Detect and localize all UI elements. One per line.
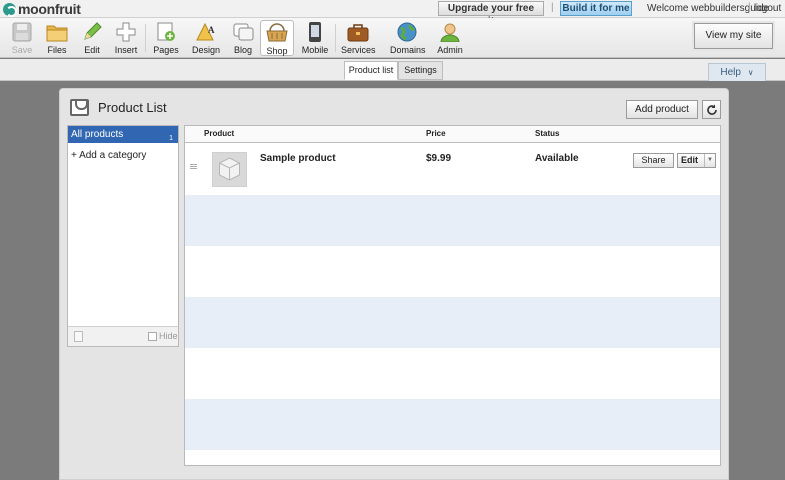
top-bar: moonfruit Upgrade your free site | Build… xyxy=(0,0,785,27)
category-footer: Hide xyxy=(67,326,179,347)
toolbar-mobile-button[interactable]: Mobile xyxy=(298,20,332,56)
empty-row xyxy=(185,297,720,348)
empty-row xyxy=(185,246,720,297)
toolbar-pages-button[interactable]: Pages xyxy=(149,20,183,56)
toolbar-blog-button[interactable]: Blog xyxy=(226,20,260,56)
toolbar-label: Insert xyxy=(114,45,138,55)
tab-settings[interactable]: Settings xyxy=(398,61,443,80)
refresh-icon xyxy=(707,104,717,115)
toolbar-admin-button[interactable]: Admin xyxy=(433,20,467,56)
sub-navigation: Product list Settings Help ∨ xyxy=(0,59,785,81)
refresh-button[interactable] xyxy=(702,100,721,119)
product-list-panel: Product List Add product All products 1 … xyxy=(59,88,729,480)
product-price: $9.99 xyxy=(426,153,452,164)
share-button[interactable]: Share xyxy=(633,153,674,168)
toolbar-label: Shop xyxy=(266,46,288,56)
user-icon xyxy=(439,22,461,43)
table-header: Product Price Status xyxy=(185,126,720,143)
toolbar-label: Design xyxy=(191,45,220,55)
folder-icon xyxy=(46,22,68,42)
column-header-price[interactable]: Price xyxy=(426,129,446,138)
view-my-site-button[interactable]: View my site xyxy=(694,23,773,49)
toolbar-divider xyxy=(335,24,336,52)
toolbar-services-button[interactable]: Services xyxy=(341,20,376,56)
toolbar-edit-button[interactable]: Edit xyxy=(75,20,109,56)
upgrade-button[interactable]: Upgrade your free site xyxy=(438,1,544,27)
moonfruit-logo[interactable]: moonfruit xyxy=(3,1,81,17)
category-all-products[interactable]: All products 1 xyxy=(68,126,178,143)
main-toolbar: Save Files Edit Insert Pages A Design Bl… xyxy=(0,18,785,58)
column-header-status[interactable]: Status xyxy=(535,129,559,138)
product-status: Available xyxy=(535,153,579,164)
basket-icon xyxy=(266,23,288,43)
product-thumbnail xyxy=(212,152,247,187)
help-label: Help xyxy=(720,67,741,78)
welcome-text: Welcome webbuildersguide xyxy=(647,3,770,14)
edit-label: Edit xyxy=(681,155,698,165)
category-label: All products xyxy=(71,129,124,140)
page-title: Product List xyxy=(98,100,167,115)
save-icon xyxy=(11,22,33,42)
category-list: All products 1 + Add a category xyxy=(67,125,179,347)
toolbar-files-button[interactable]: Files xyxy=(40,20,74,56)
pencil-icon xyxy=(81,22,103,42)
chevron-down-icon: ∨ xyxy=(747,68,754,77)
pages-icon xyxy=(155,22,177,42)
category-count-badge: 1 xyxy=(169,135,173,142)
toolbar-label: Edit xyxy=(84,45,100,55)
toolbar-label: Mobile xyxy=(301,45,329,55)
moonfruit-logo-icon xyxy=(3,2,17,17)
column-header-product[interactable]: Product xyxy=(204,129,234,138)
toolbar-domains-button[interactable]: Domains xyxy=(390,20,426,56)
chevron-down-icon[interactable]: ▼ xyxy=(704,154,715,167)
toolbar-label: Save xyxy=(11,45,33,55)
product-name: Sample product xyxy=(260,153,336,164)
help-button[interactable]: Help ∨ xyxy=(708,63,766,81)
build-it-for-me-button[interactable]: Build it for me xyxy=(560,1,632,16)
toolbar-label: Services xyxy=(341,45,376,55)
separator: | xyxy=(551,2,554,13)
empty-row xyxy=(185,195,720,246)
toolbar-divider xyxy=(145,24,146,52)
hide-checkbox[interactable] xyxy=(148,332,157,341)
empty-row xyxy=(185,399,720,450)
table-row[interactable]: Sample product $9.99 Available Share Edi… xyxy=(185,144,720,195)
svg-text:A: A xyxy=(208,25,215,35)
product-table: Product Price Status Sample product $9.9… xyxy=(184,125,721,466)
toolbar-label: Domains xyxy=(390,45,426,55)
toolbar-label: Blog xyxy=(233,45,252,55)
briefcase-icon xyxy=(347,22,369,42)
blog-icon xyxy=(232,22,254,42)
drag-handle-icon[interactable] xyxy=(190,164,197,169)
toolbar-save-button[interactable]: Save xyxy=(5,20,39,56)
globe-icon xyxy=(396,22,418,42)
shopping-bag-icon xyxy=(70,99,89,116)
toolbar-label: Pages xyxy=(153,45,179,55)
hide-label: Hide xyxy=(159,331,178,341)
add-category-link[interactable]: + Add a category xyxy=(71,150,146,161)
brand-name: moonfruit xyxy=(18,1,81,17)
empty-row xyxy=(185,348,720,399)
add-product-button[interactable]: Add product xyxy=(626,100,698,119)
toolbar-label: Files xyxy=(47,45,67,55)
design-icon: A xyxy=(195,22,217,42)
toolbar-shop-button[interactable]: Shop xyxy=(260,20,294,56)
box-icon xyxy=(219,157,240,181)
separator: | xyxy=(748,2,751,13)
toolbar-label: Admin xyxy=(437,45,463,55)
plus-icon xyxy=(115,22,137,42)
trash-icon[interactable] xyxy=(74,331,83,342)
edit-button[interactable]: Edit ▼ xyxy=(677,153,716,168)
tab-product-list[interactable]: Product list xyxy=(344,61,398,80)
mobile-icon xyxy=(304,22,326,42)
logout-link[interactable]: logout xyxy=(754,3,781,14)
toolbar-design-button[interactable]: A Design xyxy=(189,20,223,56)
toolbar-insert-button[interactable]: Insert xyxy=(109,20,143,56)
